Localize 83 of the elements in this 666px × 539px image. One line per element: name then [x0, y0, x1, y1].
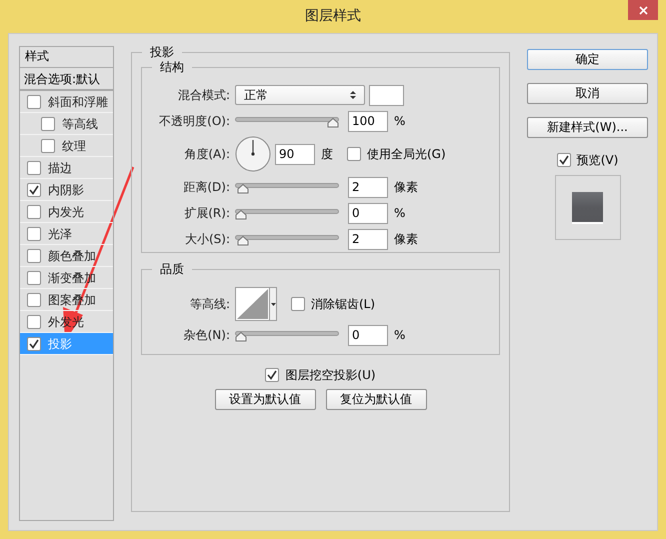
close-button[interactable] [628, 0, 658, 20]
field-label: 杂色(N): [182, 327, 230, 344]
field-label: 不透明度(O): [158, 113, 230, 130]
slider[interactable] [235, 114, 339, 128]
slider[interactable] [235, 180, 339, 194]
dialog-button[interactable]: 新建样式(W)... [527, 117, 648, 138]
slider[interactable] [235, 232, 339, 246]
reset-button[interactable]: 设置为默认值 [214, 389, 316, 410]
checkmark-icon [558, 155, 569, 165]
slider-thumb[interactable] [236, 236, 249, 246]
field-label: 等高线: [188, 296, 230, 313]
dropdown-arrows-icon [350, 90, 356, 100]
dialog-button[interactable]: 确定 [527, 49, 648, 70]
slider[interactable] [235, 206, 339, 220]
style-list-item[interactable]: 斜面和浮雕 [20, 91, 113, 113]
checkbox[interactable] [27, 314, 41, 328]
checkbox[interactable] [27, 292, 41, 306]
checkmark-icon [29, 184, 39, 194]
unit-label: 像素 [394, 179, 418, 196]
style-list-item[interactable]: 颜色叠加 [20, 245, 113, 267]
checkmark-icon [29, 338, 39, 348]
style-list-item[interactable]: 光泽 [20, 223, 113, 245]
unit-label: % [394, 205, 406, 222]
checkbox[interactable] [347, 147, 361, 161]
checkbox[interactable] [27, 226, 41, 240]
blend-mode-dropdown[interactable]: 正常 [235, 85, 365, 105]
checkbox[interactable] [27, 248, 41, 262]
field-label: 大小(S): [184, 231, 230, 248]
field-label: 距离(D): [182, 179, 230, 196]
unit-label: % [394, 327, 406, 344]
group-title: 结构 [152, 59, 192, 75]
group-title: 品质 [152, 261, 192, 277]
checkbox[interactable] [27, 94, 41, 108]
style-list-item[interactable]: 等高线 [20, 113, 113, 135]
checkbox[interactable] [27, 204, 41, 218]
checkbox[interactable] [41, 116, 55, 130]
field-label: 扩展(R): [183, 205, 230, 222]
checkbox[interactable] [556, 153, 571, 167]
number-field[interactable]: 2 [348, 228, 388, 250]
slider-thumb[interactable] [235, 332, 247, 342]
checkbox[interactable] [27, 270, 41, 284]
angle-dial[interactable] [235, 136, 271, 172]
unit-label: 像素 [394, 231, 418, 248]
window-title: 图层样式 [305, 7, 361, 26]
slider-thumb[interactable] [327, 118, 339, 128]
checkbox[interactable] [291, 297, 305, 311]
number-field[interactable]: 0 [348, 324, 388, 346]
style-list-item[interactable]: 内发光 [20, 201, 113, 223]
contour-picker[interactable] [235, 287, 277, 321]
reset-button[interactable]: 复位为默认值 [326, 389, 426, 410]
unit-label: % [394, 113, 406, 130]
checkmark-icon [267, 370, 278, 380]
blend-options-item[interactable]: 混合选项:默认 [20, 68, 113, 91]
style-list-item[interactable]: 纹理 [20, 135, 113, 157]
unit-label: 度 [321, 146, 333, 163]
group-title: 投影 [142, 44, 182, 60]
style-list-item[interactable]: 内阴影 [20, 179, 113, 201]
list-header: 样式 [20, 47, 113, 68]
checkbox-label: 使用全局光(G) [367, 146, 446, 163]
slider-thumb[interactable] [235, 210, 247, 220]
slider[interactable] [235, 328, 339, 342]
checkbox-label: 消除锯齿(L) [311, 296, 376, 313]
number-field[interactable]: 2 [348, 176, 388, 198]
field-label: 角度(A): [183, 146, 230, 163]
close-icon [638, 6, 648, 14]
checkbox-label: 预览(V) [576, 152, 618, 169]
checkbox-label: 图层挖空投影(U) [285, 367, 376, 384]
checkbox[interactable] [27, 336, 41, 350]
color-swatch[interactable] [369, 84, 404, 106]
contour-curve-icon [236, 288, 269, 320]
number-field[interactable]: 0 [348, 202, 388, 224]
style-list-item[interactable]: 描边 [20, 157, 113, 179]
slider-thumb[interactable] [236, 184, 249, 194]
number-field[interactable]: 90 [275, 144, 315, 164]
checkbox[interactable] [41, 138, 55, 152]
checkbox[interactable] [27, 182, 41, 196]
caret-icon [270, 302, 276, 306]
number-field[interactable]: 100 [348, 110, 388, 132]
checkbox[interactable] [27, 160, 41, 174]
dialog-button[interactable]: 取消 [527, 83, 648, 104]
preview-swatch [572, 192, 603, 224]
checkbox[interactable] [265, 368, 280, 382]
field-label: 混合模式: [176, 87, 230, 104]
